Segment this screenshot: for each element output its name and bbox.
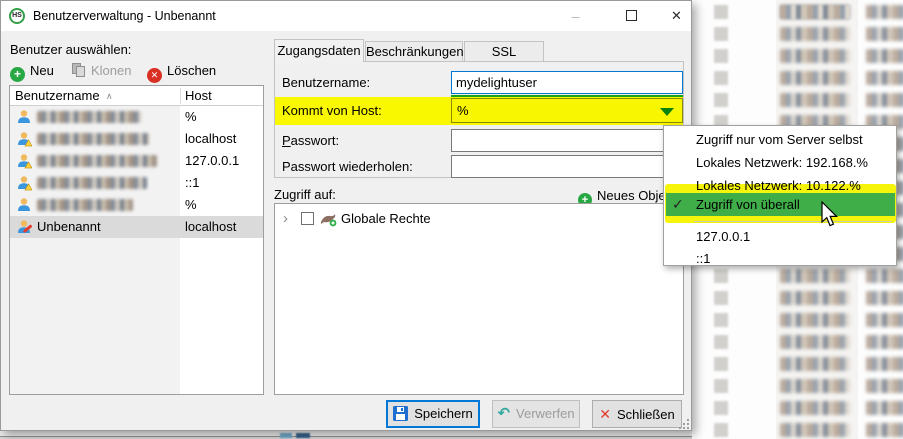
user-row[interactable]: % [10,194,263,216]
background-row [692,70,903,88]
background-row [692,334,903,352]
access-label: Zugriff auf: [274,187,336,202]
background-row [692,312,903,330]
close-window-button[interactable]: ✕ [654,1,699,31]
clone-user-button[interactable]: Klonen [72,61,131,81]
host-combo-focus-line [451,95,683,97]
user-host: % [185,109,197,124]
column-divider[interactable] [180,88,181,104]
user-icon [18,110,30,123]
blurred-username [37,111,141,123]
host-dropdown-menu: ✓ Zugriff nur vom Server selbst Lokales … [663,125,897,266]
mouse-cursor [821,201,839,227]
user-list: Benutzername ∧ Host % localhost 127.0.0.… [9,85,264,395]
background-chip [296,433,310,438]
window-title: Benutzerverwaltung - Unbenannt [33,9,216,23]
menu-item-local-192[interactable]: Lokales Netzwerk: 192.168.% [664,151,896,174]
user-icon [18,198,30,211]
sort-ascending-icon: ∧ [106,91,113,101]
screen: HS Benutzerverwaltung - Unbenannt – ✕ Be… [0,0,903,439]
menu-item-server-only[interactable]: Zugriff nur vom Server selbst [664,128,896,151]
background-chip [280,433,292,438]
password-input[interactable] [451,129,683,152]
user-warning-icon [18,132,32,147]
save-button[interactable]: Speichern [386,400,480,428]
user-host: localhost [185,131,237,146]
heidisql-app-icon: HS [9,8,25,24]
user-list-header[interactable]: Benutzername ∧ Host [10,86,263,106]
select-user-label: Benutzer auswählen: [10,42,132,57]
discard-button[interactable]: ↶ Verwerfen [492,400,580,428]
blurred-username [37,177,147,189]
tab-beschraenkungen[interactable]: Beschränkungen [365,41,464,61]
host-label: Kommt von Host: [282,103,382,118]
host-combobox[interactable]: % [451,98,683,123]
dropdown-arrow-icon[interactable] [660,108,674,116]
privileges-tree: › Globale Rechte [274,203,684,395]
menu-item-127[interactable]: 127.0.0.1 [664,225,896,248]
user-row-selected[interactable]: Unbenannt localhost [10,216,263,238]
blurred-username [37,155,157,167]
username-input[interactable] [451,71,683,94]
background-row [692,290,903,308]
delete-icon: ✕ [147,68,162,83]
delete-user-button[interactable]: ✕ Löschen [147,61,216,83]
background-row [692,92,903,110]
blurred-username [37,133,149,145]
save-icon [393,406,409,421]
tree-item-label: Globale Rechte [341,211,431,226]
close-x-icon: ✕ [599,406,611,422]
tree-checkbox[interactable] [301,212,314,225]
background-row [692,26,903,44]
username-label: Benutzername: [282,75,371,90]
user-name: Unbenannt [37,219,101,234]
blurred-username [37,199,133,211]
user-row[interactable]: ::1 [10,172,263,194]
user-row[interactable]: localhost [10,128,263,150]
expander-icon[interactable]: › [283,208,288,230]
user-row[interactable]: % [10,106,263,128]
user-host: % [185,197,197,212]
background-row [692,48,903,66]
user-warning-icon [18,176,32,191]
background-row [692,4,903,22]
menu-item-everywhere[interactable]: Zugriff von überall [664,193,896,216]
resize-grip[interactable] [675,417,689,429]
check-icon: ✓ [672,196,684,212]
maximize-icon [626,10,637,21]
minimize-button[interactable]: – [553,1,598,31]
user-row[interactable]: 127.0.0.1 [10,150,263,172]
close-button[interactable]: ✕ Schließen [592,400,682,428]
password-repeat-input[interactable] [451,155,683,178]
host-combobox-value: % [457,103,469,118]
dolphin-icon [321,214,337,227]
maximize-button[interactable] [609,1,654,31]
user-editing-icon [18,220,32,233]
menu-item-ipv6[interactable]: ::1 [664,247,896,270]
background-row [692,422,903,439]
column-header-username[interactable]: Benutzername [15,86,100,106]
background-row [692,378,903,396]
tab-ssl-optionen[interactable]: SSL Optionen [464,41,544,78]
menu-separator [694,221,892,222]
user-host: 127.0.0.1 [185,153,240,168]
tab-zugangsdaten[interactable]: Zugangsdaten [274,39,364,62]
plus-icon: + [10,67,25,82]
titlebar[interactable]: HS Benutzerverwaltung - Unbenannt – ✕ [1,1,691,31]
user-warning-icon [18,154,32,169]
tree-item-global-privileges[interactable]: › Globale Rechte [275,208,683,230]
user-manager-dialog: HS Benutzerverwaltung - Unbenannt – ✕ Be… [0,0,692,431]
user-host: ::1 [185,175,200,190]
background-bottom-strip [0,431,692,439]
background-row [692,356,903,374]
password-label: Passwort: [282,133,340,148]
user-host: localhost [185,219,237,234]
new-user-button[interactable]: + Neu [10,61,54,82]
password-repeat-label: Passwort wiederholen: [282,159,413,174]
background-row [692,268,903,286]
undo-icon: ↶ [497,405,511,422]
column-header-host[interactable]: Host [185,86,212,106]
clone-icon [72,63,86,78]
background-row [692,400,903,418]
